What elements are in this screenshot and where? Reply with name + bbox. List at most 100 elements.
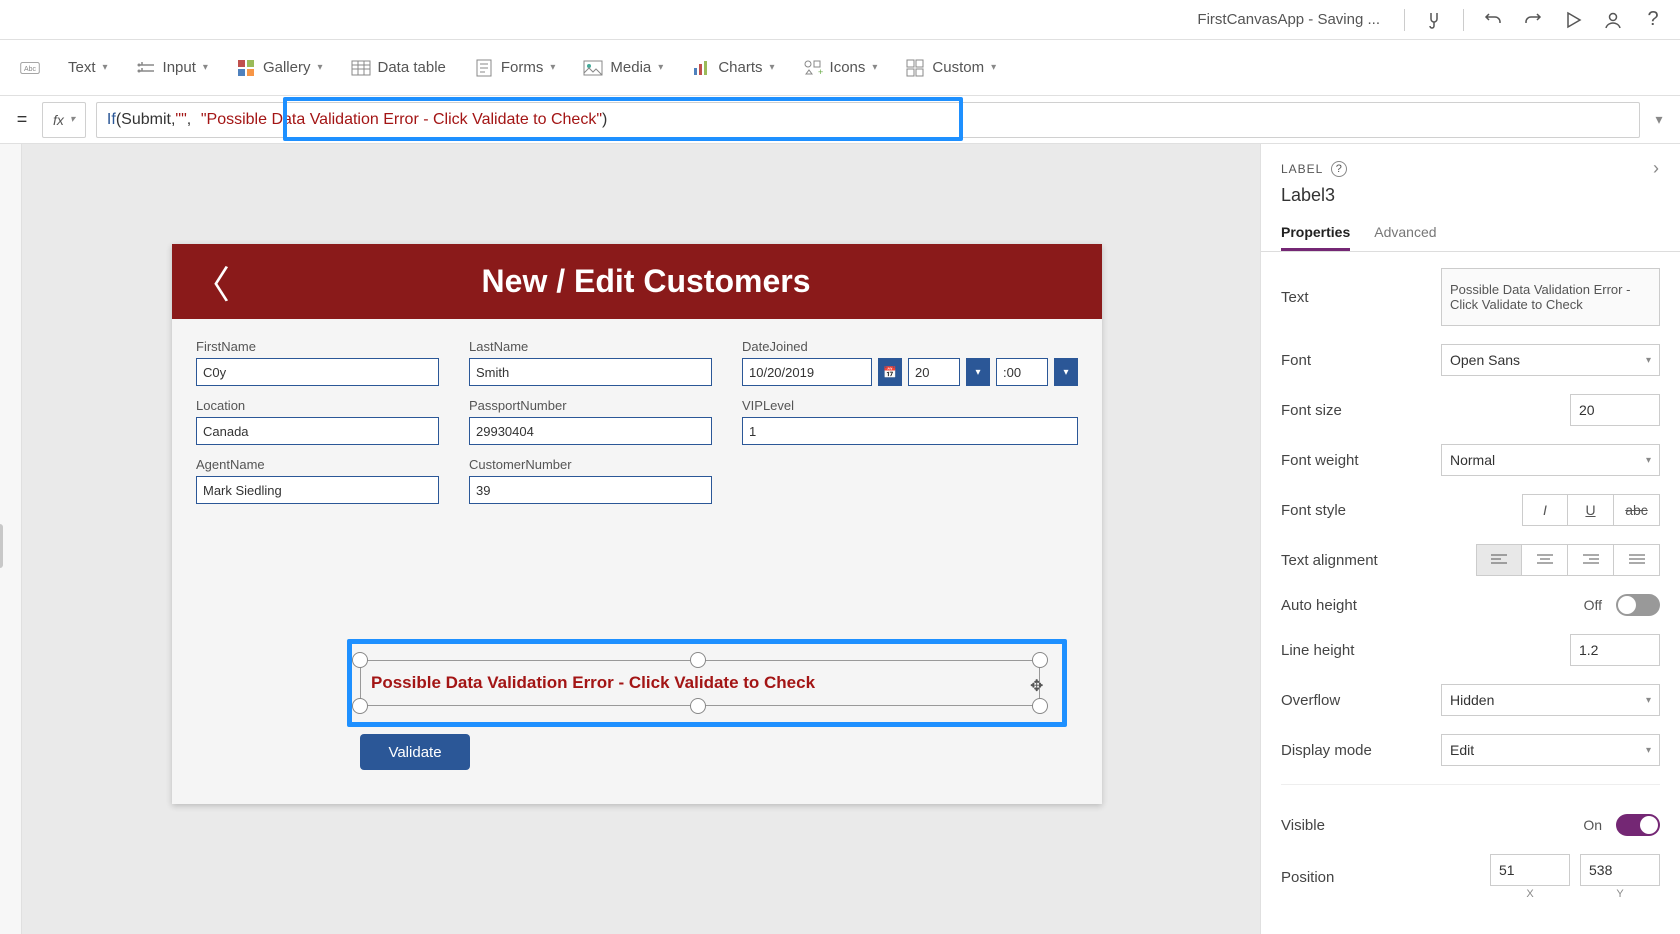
agentname-input[interactable]: Mark Siedling bbox=[196, 476, 439, 504]
svg-text:+: + bbox=[818, 67, 823, 77]
field-label: DateJoined bbox=[742, 339, 1078, 354]
redo-icon[interactable] bbox=[1522, 9, 1544, 31]
validate-button[interactable]: Validate bbox=[360, 734, 470, 770]
canvas-area[interactable]: 〈 New / Edit Customers FirstName C0y Last… bbox=[22, 144, 1260, 934]
forms-icon bbox=[474, 58, 494, 78]
svg-text:Abc: Abc bbox=[24, 66, 36, 73]
location-input[interactable]: Canada bbox=[196, 417, 439, 445]
prop-label: Visible bbox=[1281, 817, 1431, 834]
datejoined-input[interactable]: 10/20/2019 bbox=[742, 358, 872, 386]
prop-label: Font style bbox=[1281, 502, 1431, 519]
diagnostics-icon[interactable] bbox=[1423, 9, 1445, 31]
charts-menu[interactable]: Charts▾ bbox=[691, 58, 774, 78]
control-name: Label3 bbox=[1261, 179, 1680, 216]
lineheight-input[interactable]: 1.2 bbox=[1570, 634, 1660, 666]
text-property-input[interactable]: Possible Data Validation Error - Click V… bbox=[1441, 268, 1660, 326]
custom-icon bbox=[905, 58, 925, 78]
lastname-input[interactable]: Smith bbox=[469, 358, 712, 386]
passport-input[interactable]: 29930404 bbox=[469, 417, 712, 445]
displaymode-dropdown[interactable]: Edit▾ bbox=[1441, 734, 1660, 766]
align-justify-button[interactable] bbox=[1614, 544, 1660, 576]
play-icon[interactable] bbox=[1562, 9, 1584, 31]
edit-form: FirstName C0y LastName Smith DateJoined 10… bbox=[172, 319, 1102, 524]
autoheight-toggle[interactable] bbox=[1616, 594, 1660, 616]
prop-label: Font size bbox=[1281, 402, 1431, 419]
media-menu[interactable]: Media▾ bbox=[583, 58, 663, 78]
undo-icon[interactable] bbox=[1482, 9, 1504, 31]
charts-icon bbox=[691, 58, 711, 78]
prop-label: Font weight bbox=[1281, 452, 1431, 469]
formula-expand-icon[interactable]: ▾ bbox=[1650, 111, 1668, 128]
field-label: CustomerNumber bbox=[469, 457, 712, 472]
chevron-right-icon[interactable]: › bbox=[1653, 158, 1660, 179]
firstname-input[interactable]: C0y bbox=[196, 358, 439, 386]
resize-handle[interactable] bbox=[0, 524, 3, 568]
custom-menu[interactable]: Custom▾ bbox=[905, 58, 996, 78]
formula-input[interactable]: If(Submit, "", "Possible Data Validation… bbox=[96, 102, 1640, 138]
datatable-menu[interactable]: Data table bbox=[351, 58, 446, 78]
prop-label: Auto height bbox=[1281, 597, 1431, 614]
divider bbox=[1404, 9, 1405, 31]
icons-icon: + bbox=[803, 58, 823, 78]
calendar-icon[interactable]: 📅 bbox=[878, 358, 902, 386]
position-x-input[interactable]: 51 bbox=[1490, 854, 1570, 886]
prop-label: Position bbox=[1281, 869, 1431, 886]
prop-label: Font bbox=[1281, 352, 1431, 369]
insert-ribbon: Abc Text▾ Input▾ Gallery▾ Data table For… bbox=[0, 40, 1680, 96]
resize-handle[interactable] bbox=[690, 652, 706, 668]
validation-label-text: Possible Data Validation Error - Click V… bbox=[371, 673, 815, 693]
prop-label: Display mode bbox=[1281, 742, 1431, 759]
align-center-button[interactable] bbox=[1522, 544, 1568, 576]
user-icon[interactable] bbox=[1602, 9, 1624, 31]
customernumber-input[interactable]: 39 bbox=[469, 476, 712, 504]
chevron-down-icon[interactable]: ▾ bbox=[966, 358, 990, 386]
prop-label: Text bbox=[1281, 289, 1431, 306]
strike-button[interactable]: abc bbox=[1614, 494, 1660, 526]
hour-dropdown[interactable]: 20 bbox=[908, 358, 960, 386]
resize-handle[interactable] bbox=[1032, 698, 1048, 714]
tab-properties[interactable]: Properties bbox=[1281, 216, 1350, 251]
prop-label: Overflow bbox=[1281, 692, 1431, 709]
help-icon[interactable]: ? bbox=[1642, 9, 1664, 31]
minute-dropdown[interactable]: : 00 bbox=[996, 358, 1048, 386]
left-collapsed-panel[interactable] bbox=[0, 144, 22, 934]
gallery-icon bbox=[236, 58, 256, 78]
label-icon[interactable]: Abc bbox=[20, 58, 40, 78]
equals-label: = bbox=[12, 109, 32, 130]
fontweight-dropdown[interactable]: Normal▾ bbox=[1441, 444, 1660, 476]
input-menu[interactable]: Input▾ bbox=[136, 58, 208, 78]
field-label: FirstName bbox=[196, 339, 439, 354]
visible-toggle[interactable] bbox=[1616, 814, 1660, 836]
icons-menu[interactable]: +Icons▾ bbox=[803, 58, 878, 78]
chevron-down-icon[interactable]: ▾ bbox=[1054, 358, 1078, 386]
resize-handle[interactable] bbox=[690, 698, 706, 714]
app-title: FirstCanvasApp - Saving ... bbox=[1197, 11, 1380, 28]
resize-handle[interactable] bbox=[352, 652, 368, 668]
position-y-input[interactable]: 538 bbox=[1580, 854, 1660, 886]
media-icon bbox=[583, 58, 603, 78]
table-icon bbox=[351, 58, 371, 78]
screen-header: 〈 New / Edit Customers bbox=[172, 244, 1102, 319]
move-icon[interactable]: ✥ bbox=[1030, 676, 1043, 696]
field-label: LastName bbox=[469, 339, 712, 354]
gallery-menu[interactable]: Gallery▾ bbox=[236, 58, 323, 78]
align-right-button[interactable] bbox=[1568, 544, 1614, 576]
overflow-dropdown[interactable]: Hidden▾ bbox=[1441, 684, 1660, 716]
help-icon[interactable]: ? bbox=[1331, 161, 1347, 177]
underline-button[interactable]: U bbox=[1568, 494, 1614, 526]
align-left-button[interactable] bbox=[1476, 544, 1522, 576]
text-menu[interactable]: Text▾ bbox=[68, 59, 108, 76]
font-dropdown[interactable]: Open Sans▾ bbox=[1441, 344, 1660, 376]
tab-advanced[interactable]: Advanced bbox=[1374, 216, 1436, 251]
prop-label: Line height bbox=[1281, 642, 1431, 659]
italic-button[interactable]: I bbox=[1522, 494, 1568, 526]
viplevel-input[interactable]: 1 bbox=[742, 417, 1078, 445]
control-type-label: LABEL bbox=[1281, 162, 1323, 176]
formula-bar: = fx▾ If(Submit, "", "Possible Data Vali… bbox=[0, 96, 1680, 144]
resize-handle[interactable] bbox=[352, 698, 368, 714]
forms-menu[interactable]: Forms▾ bbox=[474, 58, 556, 78]
field-label: Location bbox=[196, 398, 439, 413]
fx-dropdown[interactable]: fx▾ bbox=[42, 102, 86, 138]
fontsize-input[interactable]: 20 bbox=[1570, 394, 1660, 426]
resize-handle[interactable] bbox=[1032, 652, 1048, 668]
